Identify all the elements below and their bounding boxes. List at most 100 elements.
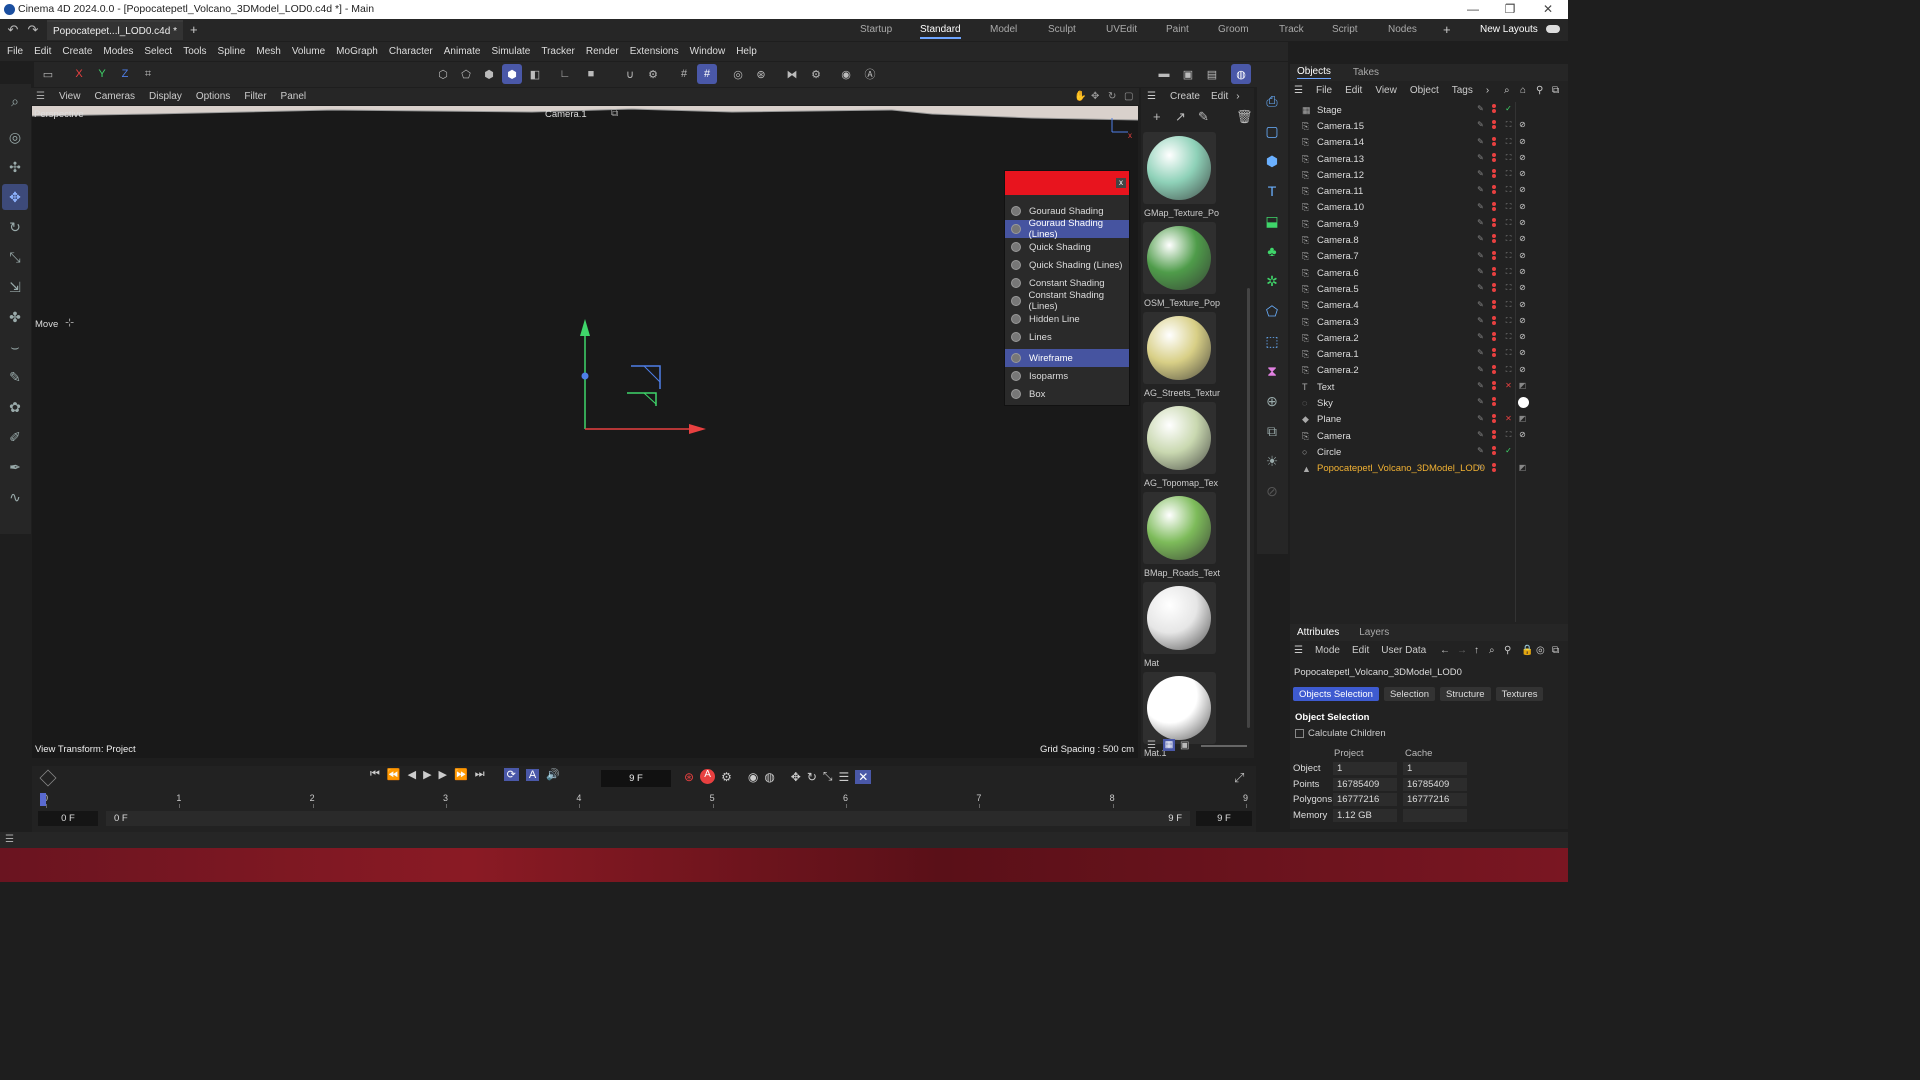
edit-flag-icon[interactable]: ✎ [1476, 137, 1485, 146]
create-null-icon[interactable]: ⬚ [1259, 328, 1285, 354]
position-key-icon[interactable]: ◉ [748, 770, 758, 784]
menu-animate[interactable]: Animate [444, 46, 481, 57]
protection-tag-icon[interactable]: ⊘ [1518, 430, 1527, 439]
material-hamburger-icon[interactable]: ☰ [1147, 91, 1156, 102]
edit-flag-icon[interactable]: ✎ [1476, 202, 1485, 211]
camera-target-icon[interactable]: ⛶ [1504, 365, 1513, 374]
create-tag-icon[interactable]: ⊘ [1259, 478, 1285, 504]
edit-flag-icon[interactable]: ✎ [1476, 463, 1485, 472]
material-tag-icon[interactable]: ◩ [1518, 381, 1527, 390]
object-row[interactable]: ▦ Stage ✎ ✓ [1290, 102, 1568, 118]
camera-target-icon[interactable]: ⛶ [1504, 218, 1513, 227]
object-row[interactable]: ◌ Sky ✎ [1290, 395, 1568, 411]
menu-mograph[interactable]: MoGraph [336, 46, 378, 57]
sky-material-tag-icon[interactable] [1518, 397, 1529, 409]
viewport-menu-display[interactable]: Display [149, 91, 182, 102]
viewport[interactable]: Perspective Camera.1 ⧉ Move ⊹ x View Tra… [32, 106, 1138, 758]
attribute-search-icon[interactable]: ⌕ [1489, 645, 1495, 656]
knife-tool-icon[interactable]: ✎ [2, 364, 28, 390]
visibility-dots-icon[interactable] [1490, 332, 1499, 342]
visibility-dots-icon[interactable] [1490, 462, 1499, 472]
tag-slot-icon[interactable] [1518, 104, 1527, 113]
object-row[interactable]: ⎘ Camera.4 ✎ ⛶ ⊘ [1290, 298, 1568, 314]
menu-character[interactable]: Character [389, 46, 433, 57]
attribute-menu-userdata[interactable]: User Data [1381, 645, 1426, 656]
camera-target-icon[interactable]: ⛶ [1504, 153, 1513, 162]
visibility-dots-icon[interactable] [1490, 348, 1499, 358]
edges-mode-icon[interactable]: ⬠ [456, 64, 476, 84]
object-menu-edit[interactable]: Edit [1345, 85, 1362, 96]
object-row[interactable]: ⎘ Camera.14 ✎ ⛶ ⊘ [1290, 135, 1568, 151]
range-slider[interactable]: 0 F 9 F [106, 811, 1190, 826]
texture-mode-icon[interactable]: ◧ [525, 64, 545, 84]
z-axis-toggle[interactable]: Z [115, 64, 135, 84]
disabled-x-icon[interactable]: ✕ [1504, 381, 1513, 390]
wire-option[interactable]: Box [1005, 385, 1129, 403]
create-text-icon[interactable]: T [1259, 178, 1285, 204]
redshift-icon[interactable]: ◍ [1231, 64, 1251, 84]
move-tool-icon[interactable]: ✥ [2, 184, 28, 210]
viewport-menu-view[interactable]: View [59, 91, 81, 102]
object-row[interactable]: ⎘ Camera.9 ✎ ⛶ ⊘ [1290, 216, 1568, 232]
grid-snap-icon[interactable]: # [674, 64, 694, 84]
object-row[interactable]: ⎘ Camera.11 ✎ ⛶ ⊘ [1290, 183, 1568, 199]
object-filter-icon[interactable]: ⚲ [1536, 85, 1543, 96]
visibility-dots-icon[interactable] [1490, 364, 1499, 374]
minimize-button[interactable]: — [1458, 2, 1488, 17]
timeline-ruler[interactable]: 0123456789 [32, 790, 1256, 808]
material-scrollbar[interactable] [1247, 288, 1250, 728]
edit-flag-icon[interactable]: ✎ [1476, 169, 1485, 178]
visibility-dots-icon[interactable] [1490, 201, 1499, 211]
shading-option[interactable]: Lines [1005, 328, 1129, 346]
large-view-icon[interactable]: ▣ [1180, 740, 1189, 751]
object-row[interactable]: ⎘ Camera.3 ✎ ⛶ ⊘ [1290, 314, 1568, 330]
camera-link-icon[interactable]: ⧉ [611, 108, 618, 119]
material-menu-more-icon[interactable]: › [1236, 91, 1239, 102]
layout-nodes[interactable]: Nodes [1388, 24, 1417, 35]
status-hamburger-icon[interactable]: ☰ [5, 834, 14, 845]
edit-flag-icon[interactable]: ✎ [1476, 446, 1485, 455]
layout-track[interactable]: Track [1279, 24, 1304, 35]
sculpt-tool-icon[interactable]: ✿ [2, 394, 28, 420]
attribute-expand-icon[interactable]: ⧉ [1552, 645, 1559, 656]
viewport-pan-icon[interactable]: ✋ [1074, 91, 1086, 102]
active-camera-label[interactable]: Camera.1 [545, 109, 587, 120]
symmetry-settings-icon[interactable]: ⚙ [806, 64, 826, 84]
layout-groom[interactable]: Groom [1218, 24, 1249, 35]
visibility-dots-icon[interactable] [1490, 315, 1499, 325]
protection-tag-icon[interactable]: ⊘ [1518, 234, 1527, 243]
create-environment-icon[interactable]: ⊕ [1259, 388, 1285, 414]
menu-edit[interactable]: Edit [34, 46, 51, 57]
material-thumbnail[interactable] [1143, 312, 1216, 384]
protection-tag-icon[interactable]: ⊘ [1518, 365, 1527, 374]
edit-flag-icon[interactable]: ✎ [1476, 332, 1485, 341]
menu-create[interactable]: Create [62, 46, 92, 57]
next-key-icon[interactable]: ⏩ [454, 768, 468, 781]
tweak-tool-icon[interactable]: ✤ [2, 304, 28, 330]
next-frame-icon[interactable]: ▶ [439, 768, 447, 781]
viewport-menu-panel[interactable]: Panel [281, 91, 307, 102]
tab-takes[interactable]: Takes [1353, 67, 1379, 78]
viewport-render-icon[interactable]: ◉ [836, 64, 856, 84]
add-material-icon[interactable]: + [1153, 109, 1161, 124]
scale-key-icon[interactable]: ⤡ [823, 769, 833, 784]
protection-tag-icon[interactable]: ⊘ [1518, 283, 1527, 292]
axis-mode-icon[interactable]: ∟ [555, 64, 575, 84]
lock-workplane-icon[interactable]: ◎ [728, 64, 748, 84]
create-scene-icon[interactable]: ⧉ [1259, 418, 1285, 444]
viewport-maximize-icon[interactable]: ▢ [1124, 91, 1133, 102]
playback-rate-icon[interactable]: A [525, 768, 540, 781]
object-row[interactable]: ⎘ Camera.2 ✎ ⛶ ⊘ [1290, 363, 1568, 379]
list-view-icon[interactable]: ☰ [1147, 740, 1156, 751]
calculate-children-checkbox[interactable] [1295, 729, 1304, 738]
object-row[interactable]: ⎘ Camera.5 ✎ ⛶ ⊘ [1290, 281, 1568, 297]
tag-slot-icon[interactable] [1504, 397, 1513, 406]
param-key-icon[interactable]: ☰ [839, 770, 850, 784]
end-frame-field[interactable]: 9 F [1196, 811, 1252, 826]
redo-icon[interactable]: ↷ [25, 22, 41, 38]
up-arrow-icon[interactable]: ↑ [1474, 645, 1479, 656]
points-mode-icon[interactable]: ⬡ [433, 64, 453, 84]
disabled-x-icon[interactable]: ✕ [1504, 414, 1513, 423]
loop-icon[interactable]: ⟳ [503, 768, 519, 781]
protection-tag-icon[interactable]: ⊘ [1518, 153, 1527, 162]
